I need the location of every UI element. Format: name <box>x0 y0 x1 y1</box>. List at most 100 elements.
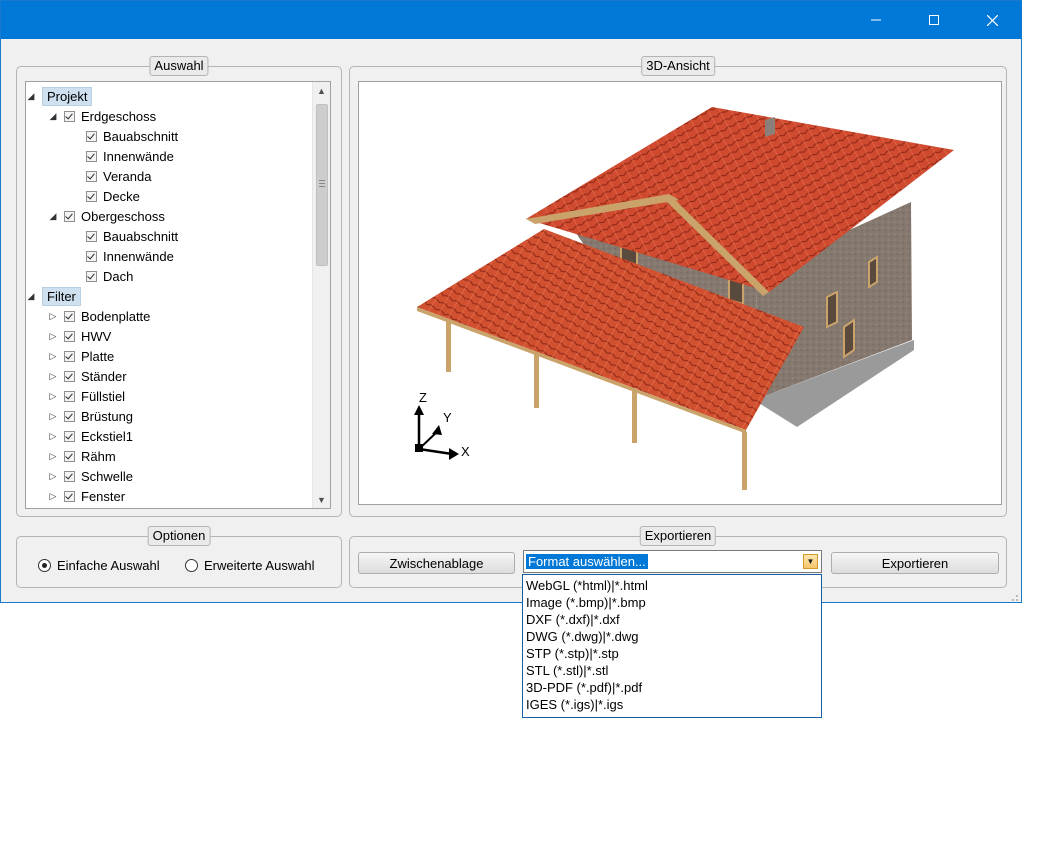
tree-node[interactable]: ▷ HWV <box>50 326 112 346</box>
tree-node-label: Platte <box>81 348 115 364</box>
expand-arrow-icon[interactable]: ▷ <box>48 471 58 481</box>
tree-node[interactable]: Innenwände <box>86 146 174 166</box>
expand-arrow-icon[interactable]: ▷ <box>48 451 58 461</box>
node-checkbox[interactable] <box>64 370 75 382</box>
node-checkbox[interactable] <box>86 130 97 142</box>
minimize-button[interactable] <box>853 1 899 39</box>
scroll-up-arrow-icon[interactable]: ▲ <box>313 82 330 99</box>
node-checkbox[interactable] <box>64 450 75 462</box>
node-checkbox[interactable] <box>64 330 75 342</box>
3d-viewport[interactable]: Z Y X <box>358 81 1002 505</box>
tree-node[interactable]: ▷ Bodenplatte <box>50 306 151 326</box>
format-option[interactable]: 3D-PDF (*.pdf)|*.pdf <box>526 679 642 696</box>
radio-erweiterte-auswahl[interactable]: Erweiterte Auswahl <box>185 558 315 573</box>
tree-node[interactable]: Bauabschnitt <box>86 126 178 146</box>
tree-node[interactable]: ▷ Brüstung <box>50 406 134 426</box>
tree-node-label: Decke <box>103 188 140 204</box>
dropdown-arrow-icon[interactable]: ▼ <box>803 554 818 569</box>
node-checkbox[interactable] <box>86 170 97 182</box>
format-option[interactable]: IGES (*.igs)|*.igs <box>526 696 623 713</box>
tree-node[interactable]: ◢ Obergeschoss <box>50 206 165 226</box>
exportieren-button[interactable]: Exportieren <box>831 552 999 574</box>
format-option[interactable]: STP (*.stp)|*.stp <box>526 645 619 662</box>
tree-node[interactable]: ▷ Eckstiel1 <box>50 426 134 446</box>
tree-node[interactable]: ◢ Filter <box>28 286 81 306</box>
tree-node[interactable]: ▷ Fenster <box>50 486 126 506</box>
format-option[interactable]: DXF (*.dxf)|*.dxf <box>526 611 620 628</box>
expand-arrow-icon[interactable]: ▷ <box>48 311 58 321</box>
format-option[interactable]: WebGL (*html)|*.html <box>526 577 648 594</box>
tree-node[interactable]: ▷ Füllstiel <box>50 386 126 406</box>
radio-einfache-auswahl[interactable]: Einfache Auswahl <box>38 558 160 573</box>
tree-node[interactable]: Decke <box>86 186 140 206</box>
tree-node-label: Projekt <box>42 86 93 106</box>
node-checkbox[interactable] <box>86 190 97 202</box>
format-option[interactable]: Image (*.bmp)|*.bmp <box>526 594 646 611</box>
tree-node-label: Rähm <box>81 448 116 464</box>
node-checkbox[interactable] <box>64 210 75 222</box>
node-checkbox[interactable] <box>64 310 75 322</box>
ansicht-group: 3D-Ansicht Z Y X <box>349 56 1007 517</box>
tree-node-label: Eckstiel1 <box>81 428 134 444</box>
node-checkbox[interactable] <box>64 350 75 362</box>
scroll-thumb[interactable] <box>316 104 328 266</box>
selection-tree[interactable]: ▲ ▼ ◢ Projekt ◢ Erdgeschoss Bauabschnitt Inne… <box>25 81 331 509</box>
resize-grip-icon[interactable] <box>1009 590 1019 601</box>
close-button[interactable] <box>969 1 1015 39</box>
expand-arrow-icon[interactable]: ▷ <box>48 371 58 381</box>
tree-node-label: Bauabschnitt <box>103 128 179 144</box>
expand-arrow-icon[interactable]: ▷ <box>48 491 58 501</box>
format-option[interactable]: STL (*.stl)|*.stl <box>526 662 608 679</box>
node-checkbox[interactable] <box>86 270 97 282</box>
node-checkbox[interactable] <box>64 430 75 442</box>
expand-arrow-icon[interactable]: ▷ <box>48 431 58 441</box>
collapse-arrow-icon[interactable]: ◢ <box>48 211 58 221</box>
collapse-arrow-icon[interactable]: ◢ <box>26 291 36 301</box>
tree-node[interactable]: Veranda <box>86 166 151 186</box>
auswahl-group: Auswahl ▲ ▼ ◢ Projekt ◢ Erdgeschoss Bauabsch… <box>16 56 342 517</box>
auswahl-title: Auswahl <box>149 56 209 76</box>
format-dropdown-list[interactable]: WebGL (*html)|*.html Image (*.bmp)|*.bmp D… <box>522 574 822 718</box>
house-3d-model[interactable]: Z Y X <box>359 82 1002 505</box>
format-option[interactable]: DWG (*.dwg)|*.dwg <box>526 628 638 645</box>
tree-node[interactable]: Innenwände <box>86 246 174 266</box>
node-checkbox[interactable] <box>64 470 75 482</box>
node-checkbox[interactable] <box>86 230 97 242</box>
zwischenablage-button[interactable]: Zwischenablage <box>358 552 515 574</box>
collapse-arrow-icon[interactable]: ◢ <box>48 111 58 121</box>
expand-arrow-icon[interactable]: ▷ <box>48 391 58 401</box>
title-bar[interactable] <box>1 1 1021 39</box>
node-checkbox[interactable] <box>64 110 75 122</box>
optionen-group: Optionen Einfache Auswahl Erweiterte Aus… <box>16 526 342 588</box>
node-checkbox[interactable] <box>86 150 97 162</box>
node-checkbox[interactable] <box>64 390 75 402</box>
tree-node[interactable]: Bauabschnitt <box>86 226 178 246</box>
tree-node-label: Obergeschoss <box>81 208 165 224</box>
tree-node[interactable]: ◢ Projekt <box>28 86 93 106</box>
maximize-button[interactable] <box>911 1 957 39</box>
format-select[interactable]: Format auswählen... ▼ <box>523 550 822 573</box>
tree-scrollbar[interactable]: ▲ ▼ <box>312 82 330 508</box>
tree-node[interactable]: ▷ Platte <box>50 346 115 366</box>
radio-selected-icon[interactable] <box>38 559 51 572</box>
tree-node-label: Ständer <box>81 368 127 384</box>
collapse-arrow-icon[interactable]: ◢ <box>26 91 36 101</box>
tree-node[interactable]: ▷ Rähm <box>50 446 116 466</box>
expand-arrow-icon[interactable]: ▷ <box>48 351 58 361</box>
expand-arrow-icon[interactable]: ▷ <box>48 331 58 341</box>
node-checkbox[interactable] <box>86 250 97 262</box>
tree-node[interactable]: ◢ Erdgeschoss <box>50 106 157 126</box>
tree-node[interactable]: Dach <box>86 266 133 286</box>
node-checkbox[interactable] <box>64 490 75 502</box>
expand-arrow-icon[interactable]: ▷ <box>48 411 58 421</box>
ansicht-title: 3D-Ansicht <box>641 56 715 76</box>
tree-node[interactable]: ▷ Schwelle <box>50 466 134 486</box>
scroll-down-arrow-icon[interactable]: ▼ <box>313 491 330 508</box>
tree-node[interactable]: ▷ Ständer <box>50 366 127 386</box>
node-checkbox[interactable] <box>64 410 75 422</box>
tree-node-label: Füllstiel <box>81 388 126 404</box>
minimize-icon <box>871 19 881 21</box>
radio-unselected-icon[interactable] <box>185 559 198 572</box>
optionen-title: Optionen <box>147 526 211 546</box>
axis-x-label: X <box>461 444 470 459</box>
